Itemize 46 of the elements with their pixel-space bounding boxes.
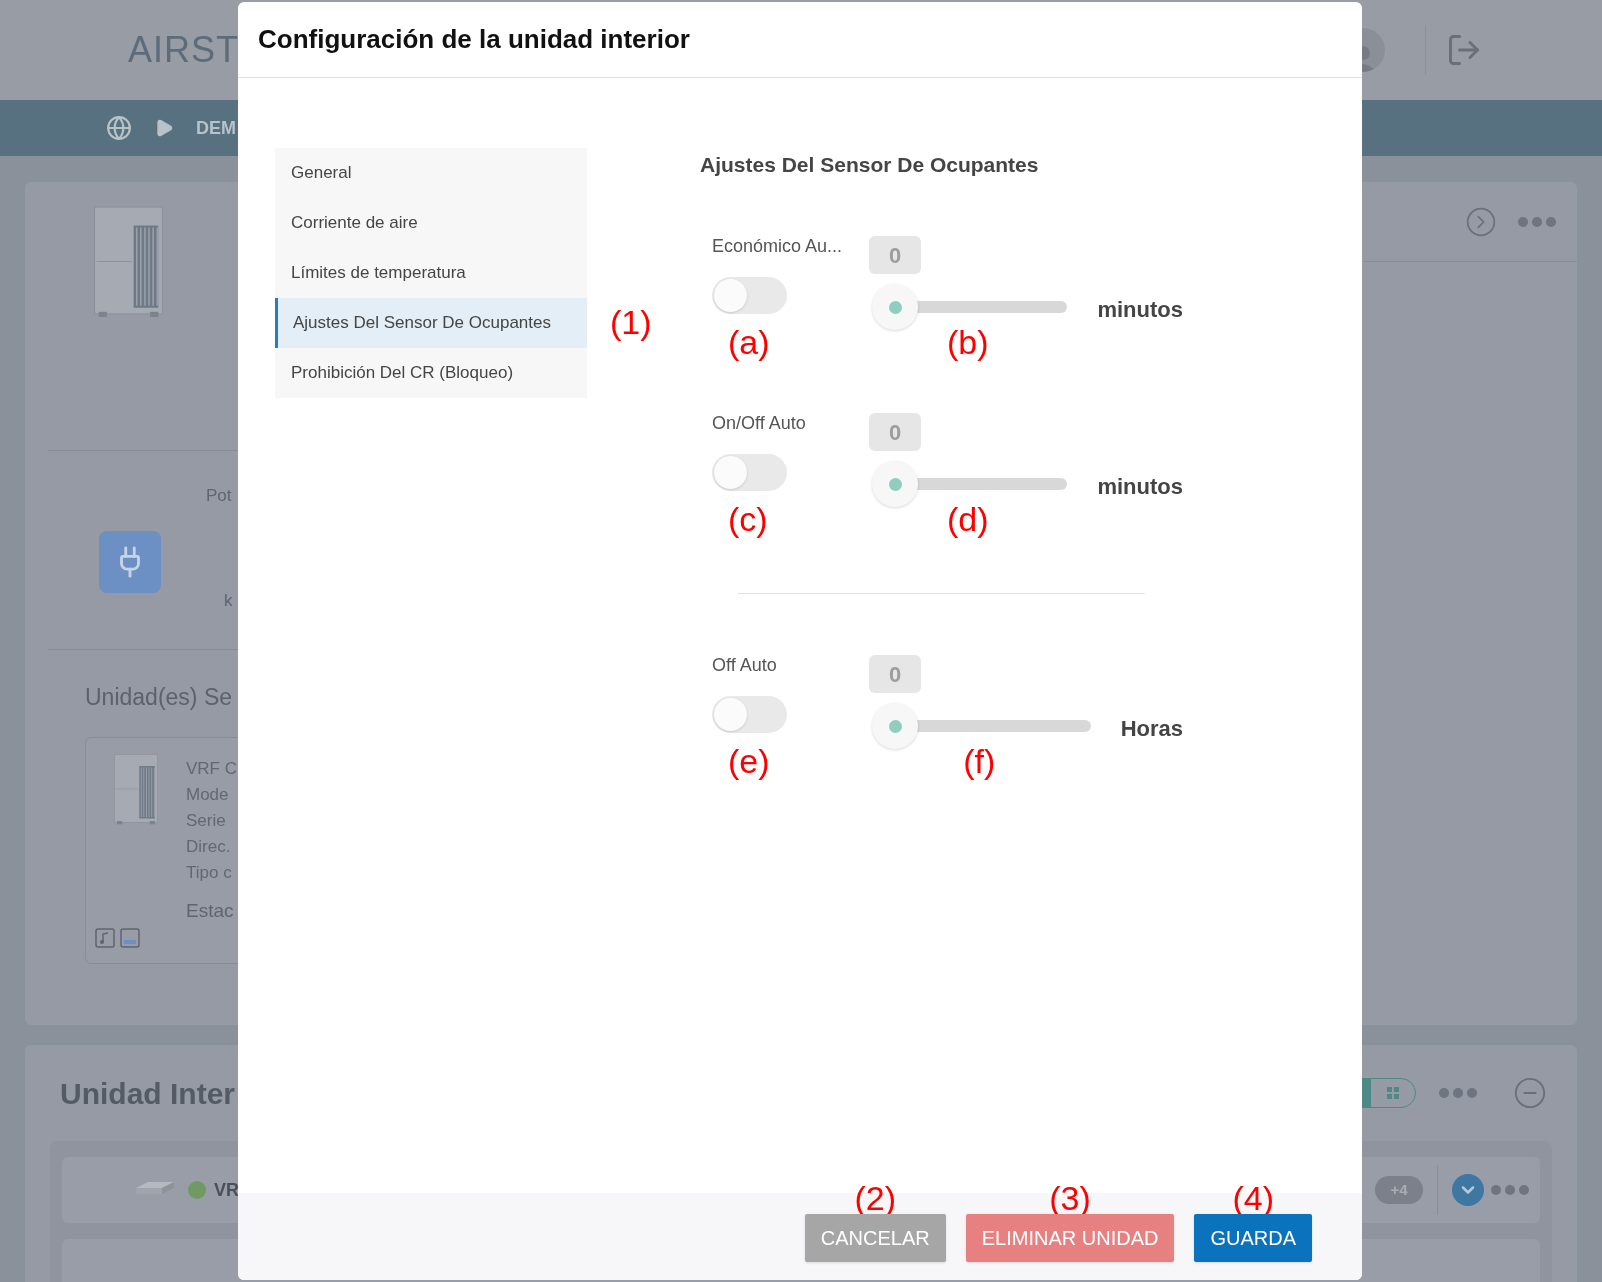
annotation-label: (1)	[610, 303, 652, 341]
menu-item[interactable]: Ajustes Del Sensor De Ocupantes	[275, 298, 587, 348]
logo: AIRST	[128, 28, 239, 72]
toggle-switch[interactable]	[712, 454, 787, 491]
menu-item[interactable]: Prohibición Del CR (Bloqueo)	[275, 348, 587, 398]
setting-label: Off Auto	[712, 655, 778, 675]
value-bubble: 0	[869, 236, 921, 274]
more-icon[interactable]	[1490, 1184, 1530, 1196]
grid-icon	[1387, 1087, 1399, 1099]
unit-label: minutos	[1097, 473, 1183, 498]
annotation-label: (a)	[728, 324, 771, 360]
value-bubble: 0	[869, 413, 921, 451]
outdoor-unit-icon	[92, 205, 165, 318]
section-title: Unidad(es) Se	[85, 683, 233, 712]
annotation-label: (c)	[728, 501, 769, 537]
value-bubble: 0	[869, 655, 921, 693]
more-icon[interactable]	[1517, 215, 1557, 228]
unit-label: minutos	[1097, 296, 1183, 321]
logout-icon[interactable]	[1446, 32, 1482, 68]
more-icon[interactable]	[1438, 1087, 1478, 1099]
plug-button[interactable]	[99, 531, 161, 593]
annotation-label: (d)	[946, 501, 989, 537]
menu-item[interactable]: Corriente de aire	[275, 198, 587, 248]
document-icon[interactable]	[120, 927, 140, 948]
setting-label: Económico Au...	[712, 236, 844, 256]
outdoor-unit-icon	[112, 752, 160, 825]
annotation-label: (e)	[728, 743, 771, 779]
menu-item[interactable]: Límites de temperatura	[275, 248, 587, 298]
setting-label: On/Off Auto	[712, 413, 807, 433]
save-button[interactable]: GUARDA	[1194, 1214, 1312, 1262]
unit-label: Horas	[1120, 715, 1183, 740]
annotation-label: (b)	[946, 324, 989, 360]
collapse-icon[interactable]	[1513, 1076, 1547, 1110]
toggle-switch[interactable]	[712, 277, 787, 314]
section-heading: Ajustes Del Sensor De Ocupantes	[700, 152, 1040, 178]
globe-icon[interactable]	[106, 115, 132, 141]
toggle-switch[interactable]	[712, 696, 787, 733]
play-icon[interactable]	[154, 118, 174, 138]
annotation-label: (f)	[963, 743, 996, 779]
section-title: Unidad Inter	[60, 1075, 235, 1112]
dialog-title: Configuración de la unidad interior	[258, 23, 690, 56]
expand-button[interactable]	[1452, 1174, 1484, 1206]
unit-status-text: Estac	[186, 898, 235, 923]
menu-item[interactable]: General	[275, 148, 587, 198]
music-file-icon[interactable]	[95, 927, 115, 948]
next-icon[interactable]	[1465, 205, 1497, 238]
